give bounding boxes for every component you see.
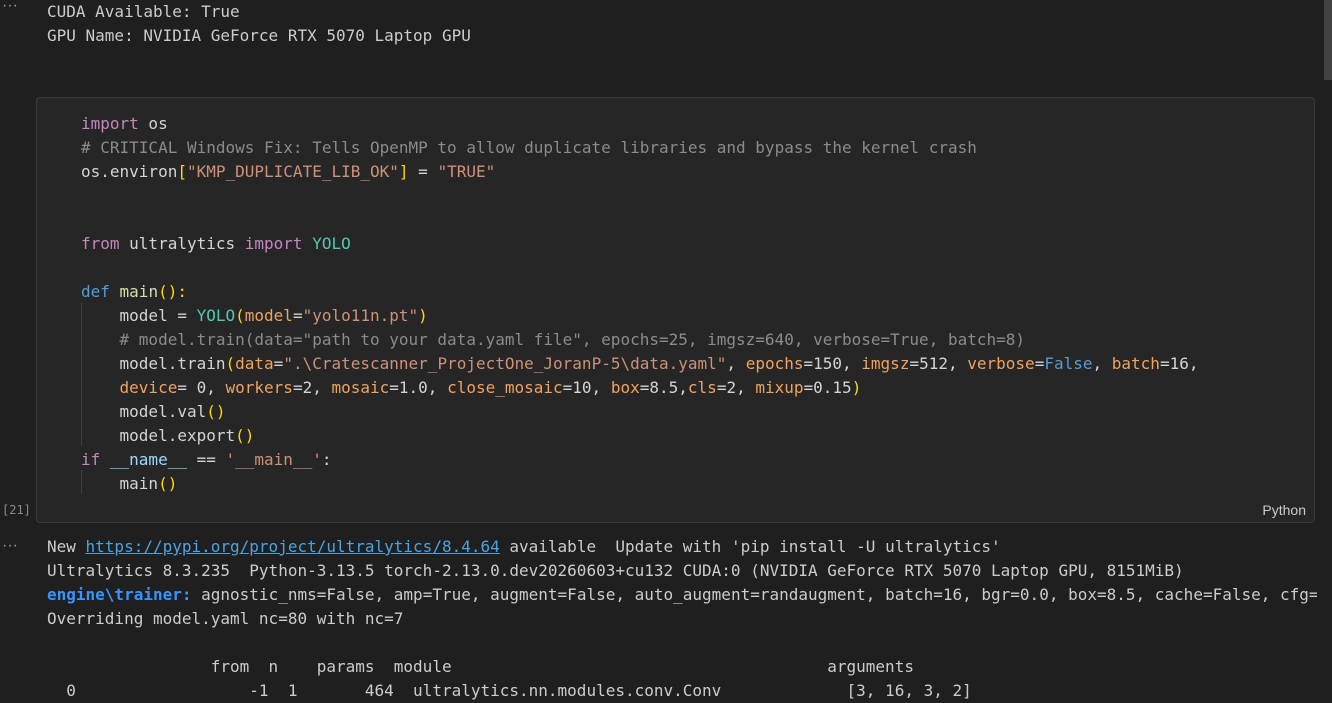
output-line: engine\trainer: agnostic_nms=False, amp=…: [47, 585, 1317, 604]
code-line: # CRITICAL Windows Fix: Tells OpenMP to …: [81, 138, 977, 157]
vertical-scrollbar[interactable]: [1324, 0, 1332, 80]
output-line: Overriding model.yaml nc=80 with nc=7: [47, 609, 404, 628]
code-line: os.environ["KMP_DUPLICATE_LIB_OK"] = "TR…: [81, 162, 496, 181]
code-line: model.val(): [81, 402, 226, 421]
output-collapse-icon[interactable]: ···: [2, 538, 22, 556]
code-line: import os: [81, 114, 168, 133]
pypi-link[interactable]: https://pypi.org/project/ultralytics/8.4…: [86, 537, 500, 556]
output-collapse-icon[interactable]: ···: [2, 0, 22, 16]
execution-count: [21]: [2, 503, 31, 517]
code-editor[interactable]: import os # CRITICAL Windows Fix: Tells O…: [81, 112, 1198, 496]
language-selector[interactable]: Python: [1262, 502, 1306, 518]
code-line: device= 0, workers=2, mosaic=1.0, close_…: [119, 378, 862, 397]
output-top: CUDA Available: True GPU Name: NVIDIA GeF…: [47, 0, 471, 48]
code-line: if __name__ == '__main__':: [81, 450, 332, 469]
code-line: model.export(): [81, 426, 255, 445]
output-line: Ultralytics 8.3.235 Python-3.13.5 torch-…: [47, 561, 1184, 580]
code-line: model.train(data=".\Cratescanner_Project…: [81, 354, 1199, 373]
code-cell[interactable]: import os # CRITICAL Windows Fix: Tells O…: [36, 97, 1315, 523]
output-line: CUDA Available: True: [47, 2, 240, 21]
code-line: # model.train(data="path to your data.ya…: [81, 330, 1026, 349]
table-row: 0 -1 1 464 ultralytics.nn.modules.conv.C…: [47, 681, 972, 700]
code-line: main(): [81, 474, 178, 493]
output-bottom: New https://pypi.org/project/ultralytics…: [47, 535, 1317, 703]
table-header: from n params module arguments: [47, 657, 914, 676]
code-line: from ultralytics import YOLO: [81, 234, 351, 253]
code-line: model = YOLO(model="yolo11n.pt"): [81, 306, 428, 325]
code-line: def main():: [81, 282, 187, 301]
output-line: New https://pypi.org/project/ultralytics…: [47, 537, 1001, 556]
output-line: GPU Name: NVIDIA GeForce RTX 5070 Laptop…: [47, 26, 471, 45]
